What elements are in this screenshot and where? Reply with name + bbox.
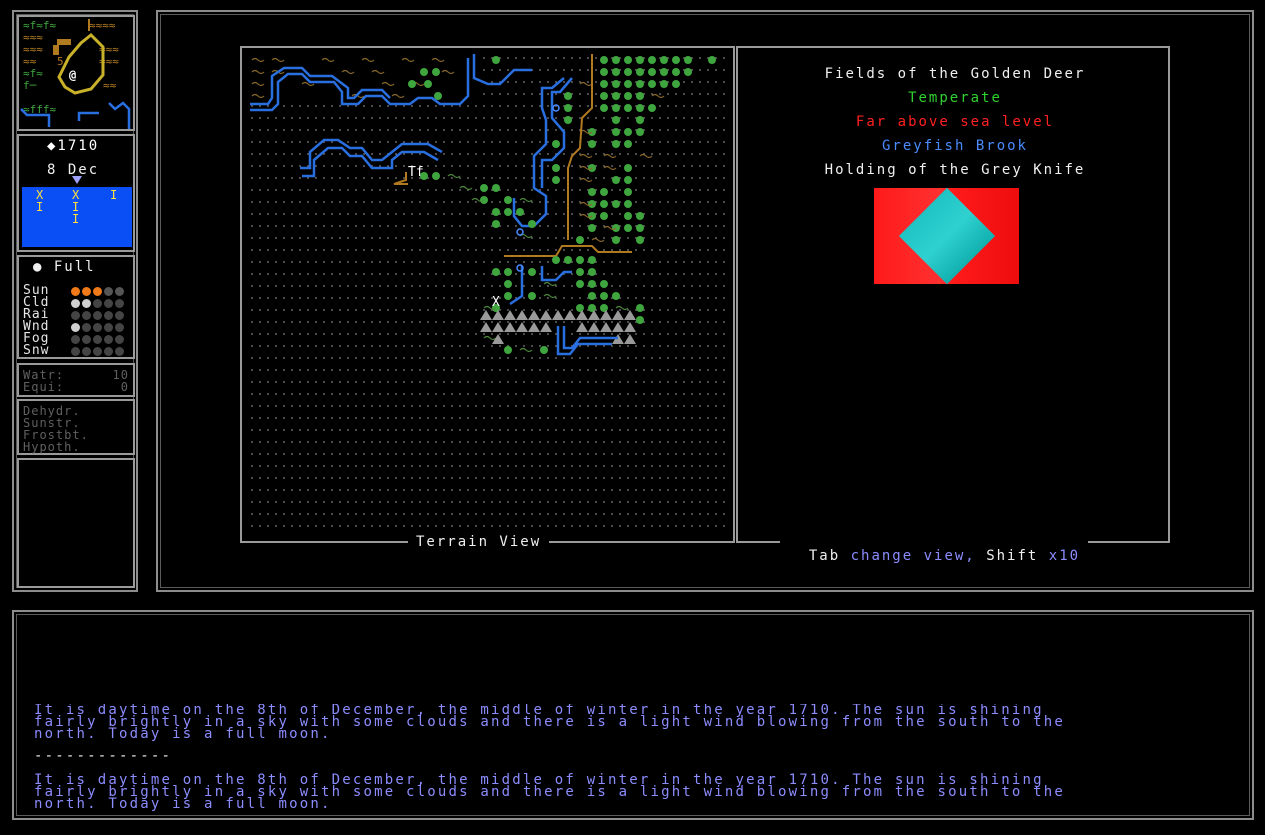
weather-meter-sun (71, 287, 124, 296)
weather-level-dot (71, 311, 80, 320)
weather-level-dot (71, 347, 80, 356)
svg-text:≈≈≈≈: ≈≈≈≈ (89, 19, 116, 32)
weather-level-dot (93, 287, 102, 296)
weather-level-dot (104, 335, 113, 344)
weather-meter-wnd (71, 323, 124, 332)
weather-level-dot (82, 311, 91, 320)
log-separator: ------------- (34, 748, 173, 764)
svg-text:X: X (492, 295, 500, 310)
calendar-marker (72, 176, 82, 184)
calendar-mark: I (72, 212, 82, 226)
sidebar-empty-panel (17, 458, 135, 588)
weather-level-dot (115, 335, 124, 344)
conditions-panel: Dehydr. Sunstr. Frostbt. Hypoth. (17, 399, 135, 455)
weather-level-dot (115, 311, 124, 320)
view-hint: Tab change view, Shift x10 (780, 535, 1089, 564)
calendar-mark: I (36, 200, 46, 214)
weather-level-dot (104, 311, 113, 320)
weather-level-dot (93, 299, 102, 308)
weather-level-dot (82, 287, 91, 296)
weather-level-dot (93, 335, 102, 344)
weather-level-dot (82, 335, 91, 344)
flag-diamond (898, 187, 996, 285)
hint-change-view[interactable]: change view, (851, 548, 976, 564)
hint-key-tab: Tab (808, 548, 841, 564)
weather-level-dot (82, 299, 91, 308)
condition-hypothermia: Hypoth. (23, 440, 81, 454)
weather-panel: ● Full Sun Cld Rai Wnd Fog Snw (17, 255, 135, 359)
supplies-panel: Watr: 10 Equi: 0 (17, 363, 135, 397)
weather-label-snw: Snw (23, 343, 50, 358)
weather-meter-rai (71, 311, 124, 320)
hint-key-shift: Shift (986, 548, 1039, 564)
region-name: Fields of the Golden Deer (824, 66, 1086, 82)
svg-text:≈≈: ≈≈ (103, 79, 117, 92)
equip-value: 0 (120, 380, 129, 394)
holding-label: Holding of the Grey Knife (824, 162, 1086, 178)
weather-level-dot (115, 323, 124, 332)
weather-level-dot (115, 299, 124, 308)
weather-level-dot (82, 347, 91, 356)
weather-level-dot (93, 323, 102, 332)
terrain-view[interactable]: Tf X (240, 46, 735, 543)
svg-text:f─: f─ (23, 79, 37, 92)
weather-level-dot (115, 347, 124, 356)
weather-level-dot (71, 287, 80, 296)
log-message: It is daytime on the 8th of December, th… (34, 772, 1065, 812)
climate-label: Temperate (908, 90, 1002, 106)
minimap[interactable]: ≈f≈f≈ ≈≈≈≈ ≈≈≈ ≈≈≈ ≈≈ ≈f≈ f─ ≈fff≈ ≈≈≈ ≈… (17, 15, 135, 131)
weather-level-dot (115, 287, 124, 296)
terrain-view-caption: Terrain View (408, 535, 550, 549)
minimap-graphic: ≈f≈f≈ ≈≈≈≈ ≈≈≈ ≈≈≈ ≈≈ ≈f≈ f─ ≈fff≈ ≈≈≈ ≈… (19, 17, 133, 129)
holding-flag (874, 187, 1019, 285)
svg-text:5: 5 (57, 55, 64, 68)
weather-level-dot (71, 299, 80, 308)
weather-meter-cld (71, 299, 124, 308)
weather-level-dot (71, 323, 80, 332)
weather-level-dot (104, 299, 113, 308)
weather-level-dot (104, 347, 113, 356)
region-info-panel: Fields of the Golden Deer Temperate Far … (736, 46, 1170, 543)
weather-level-dot (71, 335, 80, 344)
weather-level-dot (104, 323, 113, 332)
hint-x10[interactable]: x10 (1049, 548, 1080, 564)
weather-level-dot (104, 287, 113, 296)
calendar-mark: I (110, 188, 120, 202)
svg-text:Tf: Tf (408, 165, 424, 180)
weather-meter-snw (71, 347, 124, 356)
date-label: 8 Dec (47, 162, 100, 178)
year-label: ◆1710 (47, 138, 100, 154)
equip-label: Equi: (23, 380, 65, 394)
weather-level-dot (93, 347, 102, 356)
terrain-map: Tf X (248, 52, 716, 356)
calendar-box: X X I I I I (22, 187, 132, 247)
message-log[interactable]: It is daytime on the 8th of December, th… (34, 704, 1234, 814)
weather-level-dot (93, 311, 102, 320)
moon-phase: ● Full (33, 259, 96, 275)
log-message: It is daytime on the 8th of December, th… (34, 704, 1065, 742)
elevation-label: Far above sea level (855, 114, 1055, 130)
weather-level-dot (82, 323, 91, 332)
river-label: Greyfish Brook (881, 138, 1028, 154)
date-panel: ◆1710 8 Dec X X I I I I (17, 134, 135, 252)
svg-text:@: @ (69, 68, 76, 82)
weather-meter-fog (71, 335, 124, 344)
